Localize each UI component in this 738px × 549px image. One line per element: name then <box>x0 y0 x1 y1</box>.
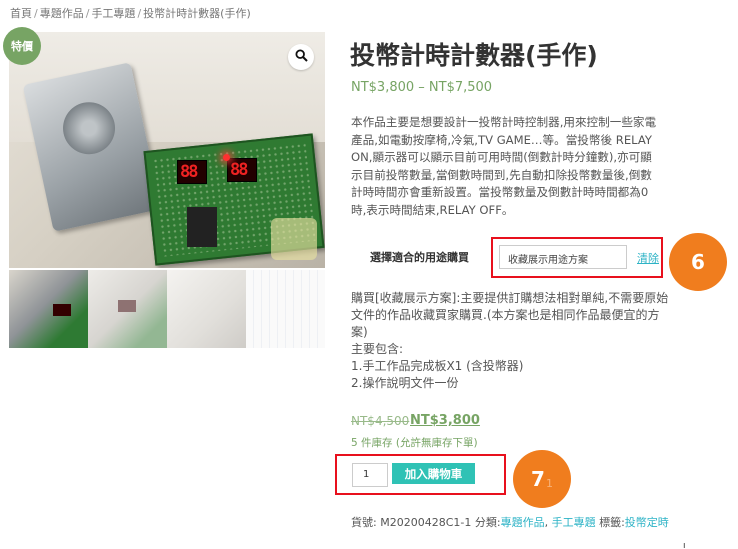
red-led-image <box>223 154 230 161</box>
thumbnail-detail <box>53 304 71 316</box>
seven-segment-display <box>177 160 207 184</box>
breadcrumb-separator: / <box>85 7 90 20</box>
tag-link[interactable]: 投幣定時 <box>625 516 669 529</box>
watermark-logo <box>271 218 317 260</box>
variation-description-line: 案) <box>351 325 368 339</box>
category-label: 分類: <box>474 516 501 529</box>
regular-price: NT$4,500 <box>351 414 410 428</box>
stock-status: 5 件庫存 (允許無庫存下單) <box>351 437 478 449</box>
breadcrumb: 首頁 / 專題作品 / 手工專題 / 投幣計時計數器(手作) <box>10 5 251 21</box>
breadcrumb-category-handmade[interactable]: 手工專題 <box>91 7 135 20</box>
thumbnail-image[interactable] <box>246 270 325 348</box>
variation-description-line: 1.手工作品完成板X1 (含投幣器) <box>351 359 524 373</box>
variation-description-line: 購買[收藏展示方案]:主要提供訂購想法相對單純,不需要原始 <box>351 291 669 305</box>
thumbnail-image[interactable] <box>9 270 88 348</box>
zoom-button[interactable] <box>288 44 314 70</box>
product-main-image[interactable] <box>9 32 325 268</box>
variation-description-line: 2.操作說明文件一份 <box>351 376 459 390</box>
ic-chip-image <box>187 207 217 247</box>
variation-description-line: 文件的作品收藏買家購買.(本方案也是相同作品最便宜的方 <box>351 308 660 322</box>
variation-description-line: 主要包含: <box>351 342 404 356</box>
breadcrumb-current: 投幣計時計數器(手作) <box>143 7 251 20</box>
magnifier-icon <box>294 48 308 66</box>
variation-description: 購買[收藏展示方案]:主要提供訂購想法相對單純,不需要原始 文件的作品收藏買家購… <box>351 290 669 392</box>
sale-price: NT$3,800 <box>410 413 480 428</box>
add-to-cart-button[interactable]: 加入購物車 <box>392 463 475 484</box>
sale-badge: 特價 <box>3 27 41 65</box>
thumbnail-image[interactable] <box>88 270 167 348</box>
breadcrumb-home[interactable]: 首頁 <box>10 7 32 20</box>
thumbnail-detail <box>118 300 136 312</box>
seven-segment-display <box>227 158 257 182</box>
breadcrumb-separator: / <box>34 7 38 20</box>
category-link-projects[interactable]: 專題作品 <box>501 516 545 529</box>
breadcrumb-separator: / <box>137 7 142 20</box>
product-title: 投幣計時計數器(手作) <box>350 41 598 70</box>
product-meta: 貨號: M20200428C1-1 分類:專題作品, 手工專題 標籤:投幣定時 <box>351 514 681 532</box>
category-link-handmade[interactable]: 手工專題 <box>552 516 596 529</box>
annotation-marker-7: 71 <box>513 450 571 508</box>
annotation-subscript: 1 <box>545 477 553 490</box>
product-description: 本作品主要是想要設計一投幣計時控制器,用來控制一些家電產品,如電動按摩椅,冷氣,… <box>351 115 657 217</box>
sku-value: M20200428C1-1 <box>380 516 472 529</box>
variation-label: 選擇適合的用途購買 <box>370 251 469 264</box>
tag-label: 標籤: <box>599 516 625 529</box>
text-cursor-icon: ı <box>683 541 686 549</box>
annotation-marker-6: 6 <box>669 233 727 291</box>
sku-label: 貨號: <box>351 516 377 529</box>
thumbnail-image[interactable] <box>167 270 246 348</box>
quantity-input[interactable]: 1 <box>352 463 388 487</box>
breadcrumb-category-projects[interactable]: 專題作品 <box>40 7 84 20</box>
thumbnail-strip <box>9 270 325 348</box>
category-separator: , <box>544 516 552 529</box>
annotation-number: 7 <box>531 467 545 491</box>
price-range: NT$3,800 – NT$7,500 <box>351 80 493 95</box>
annotation-box-6 <box>491 237 663 278</box>
